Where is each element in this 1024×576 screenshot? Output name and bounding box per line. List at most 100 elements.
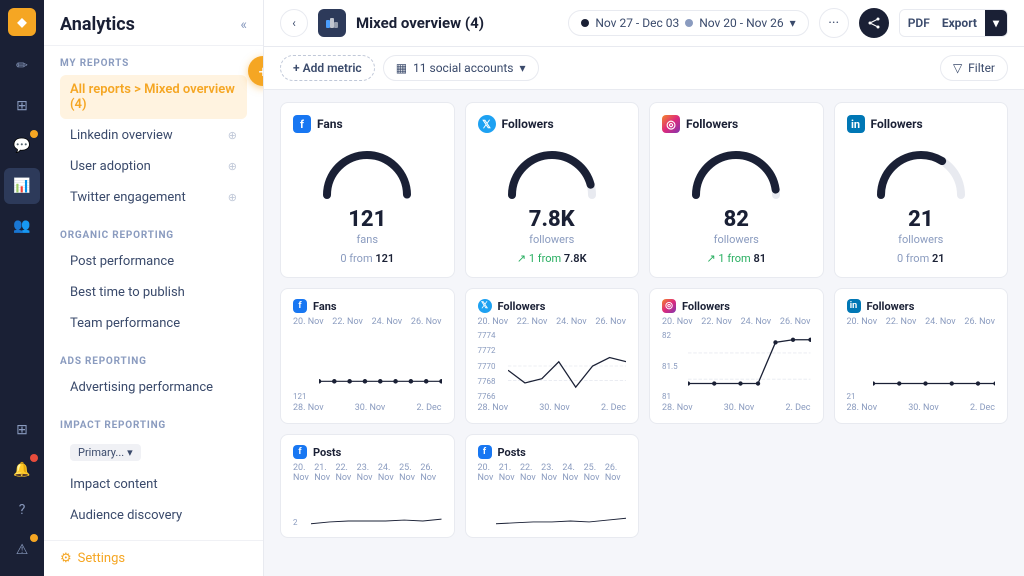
sidebar-collapse-btn[interactable]: « <box>240 17 247 33</box>
line-chart-svg <box>688 331 811 401</box>
export-button[interactable]: PDF Export ▾ <box>899 9 1008 37</box>
metric-value: 82 <box>724 209 749 231</box>
pdf-label: PDF <box>900 10 934 36</box>
chart-body <box>478 487 627 527</box>
date-range-selector[interactable]: Nov 27 - Dec 03 Nov 20 - Nov 26 ▾ <box>568 10 808 36</box>
card-header: f Fans <box>293 115 442 133</box>
settings-item[interactable]: ⚙ Settings <box>44 540 263 576</box>
filter-button[interactable]: ▽ Filter <box>940 55 1008 81</box>
back-button[interactable]: ‹ <box>280 9 308 37</box>
compose-icon[interactable]: ✏ <box>4 48 40 84</box>
sidebar-item-impact-content[interactable]: Impact content <box>60 470 247 499</box>
audience-discovery-label: Audience discovery <box>70 508 182 523</box>
export-text: Export <box>934 10 985 36</box>
engage-icon[interactable]: 💬 <box>4 128 40 164</box>
y-axis: 2 <box>293 487 307 527</box>
bell-badge <box>30 454 38 462</box>
gear-icon: ⚙ <box>60 551 72 566</box>
chart-dates-bottom: 28. Nov30. Nov2. Dec <box>847 403 996 413</box>
facebook-icon: f <box>293 445 307 459</box>
chart-title: Posts <box>498 446 526 459</box>
filter-label: Filter <box>968 61 995 75</box>
accounts-button[interactable]: ▦ 11 social accounts ▾ <box>383 55 539 81</box>
card-title: Followers <box>502 117 554 131</box>
card-title: Followers <box>686 117 738 131</box>
engage-badge <box>30 130 38 138</box>
post-performance-label: Post performance <box>70 254 174 269</box>
linkedin-icon: in <box>847 299 861 313</box>
y-axis: 7774 7772 7770 7768 7766 <box>478 331 504 401</box>
twitter-icon: 𝕏 <box>478 299 492 313</box>
date-range-1: Nov 27 - Dec 03 <box>595 16 679 30</box>
sidebar-item-twitter-engagement[interactable]: Twitter engagement ⊕ <box>60 183 247 212</box>
bar-chart-svg <box>311 487 442 527</box>
date-range-2: Nov 20 - Nov 26 <box>699 16 783 30</box>
pin-icon: ⊕ <box>228 129 237 142</box>
publish-icon[interactable]: ⊞ <box>4 88 40 124</box>
best-time-label: Best time to publish <box>70 285 185 300</box>
share-button[interactable] <box>859 8 889 38</box>
metric-unit: followers <box>529 233 574 246</box>
gauge-chart <box>502 145 602 205</box>
add-metric-button[interactable]: + Add metric <box>280 55 375 81</box>
chart-title: Followers <box>682 300 730 313</box>
chart-card-li-followers: in Followers 20. Nov22. Nov24. Nov26. No… <box>834 288 1009 424</box>
export-arrow-icon[interactable]: ▾ <box>985 10 1007 36</box>
chart-body: 7774 7772 7770 7768 7766 <box>478 331 627 401</box>
metric-change: 0 from 121 <box>340 252 394 265</box>
line-chart-svg <box>508 331 627 401</box>
chart-header: f Posts <box>478 445 627 459</box>
bar-chart-icon: ▦ <box>396 61 407 75</box>
sidebar-item-audience-discovery[interactable]: Audience discovery <box>60 501 247 530</box>
empty-cell-3 <box>649 434 824 538</box>
chart-body: 82 81.5 81 <box>662 331 811 401</box>
help-icon[interactable]: ? <box>4 492 40 528</box>
settings-label: Settings <box>78 551 125 566</box>
add-metric-label: + Add metric <box>293 61 362 75</box>
chart-body: 121 <box>293 331 442 401</box>
facebook-icon: f <box>478 445 492 459</box>
chart-body: 2 <box>293 487 442 527</box>
my-reports-label: MY REPORTS <box>60 58 247 69</box>
grid-icon[interactable]: ⊞ <box>4 412 40 448</box>
chart-header: f Fans <box>293 299 442 313</box>
sidebar-item-team-performance[interactable]: Team performance <box>60 309 247 338</box>
advertising-label: Advertising performance <box>70 380 213 395</box>
sidebar-item-post-performance[interactable]: Post performance <box>60 247 247 276</box>
report-title: Mixed overview (4) <box>356 14 558 32</box>
impact-badge[interactable]: Primary... ▾ <box>70 444 141 461</box>
sidebar-item-mixed-overview[interactable]: All reports > Mixed overview (4) <box>60 75 247 119</box>
bell-icon[interactable]: 🔔 <box>4 452 40 488</box>
users-icon[interactable]: 👥 <box>4 208 40 244</box>
sidebar-item-best-time[interactable]: Best time to publish <box>60 278 247 307</box>
facebook-icon: f <box>293 115 311 133</box>
metric-value: 21 <box>908 209 933 231</box>
line-chart-svg <box>873 331 996 401</box>
metric-change: ↗ 1 from 81 <box>706 252 766 265</box>
chart-header: in Followers <box>847 299 996 313</box>
chart-card-tw-followers: 𝕏 Followers 20. Nov22. Nov24. Nov26. Nov… <box>465 288 640 424</box>
sidebar-item-advertising[interactable]: Advertising performance <box>60 373 247 402</box>
y-axis: 82 81.5 81 <box>662 331 684 401</box>
sidebar-title: Analytics <box>60 14 135 35</box>
more-options-button[interactable]: ··· <box>819 8 849 38</box>
card-header: 𝕏 Followers <box>478 115 627 133</box>
accounts-label: 11 social accounts <box>413 61 513 75</box>
chart-dates-top: 20. Nov22. Nov24. Nov26. Nov <box>478 317 627 327</box>
warning-icon[interactable]: ⚠ <box>4 532 40 568</box>
analytics-icon[interactable]: 📊 <box>4 168 40 204</box>
gauge-chart <box>317 145 417 205</box>
twitter-engagement-label: Twitter engagement <box>70 190 186 205</box>
app-logo[interactable]: ◆ <box>8 8 36 36</box>
sidebar-item-linkedin-overview[interactable]: Linkedin overview ⊕ <box>60 121 247 150</box>
facebook-icon: f <box>293 299 307 313</box>
chart-header: f Posts <box>293 445 442 459</box>
instagram-icon: ◎ <box>662 115 680 133</box>
metric-change: 0 from 21 <box>897 252 945 265</box>
sidebar-item-user-adoption[interactable]: User adoption ⊕ <box>60 152 247 181</box>
y-axis: 21 <box>847 331 869 401</box>
chart-body: 21 <box>847 331 996 401</box>
metric-value: 121 <box>348 209 386 231</box>
ads-reporting-section: ADS REPORTING Advertising performance <box>44 344 263 408</box>
card-li-followers: in Followers 21 followers 0 from 21 <box>834 102 1009 278</box>
